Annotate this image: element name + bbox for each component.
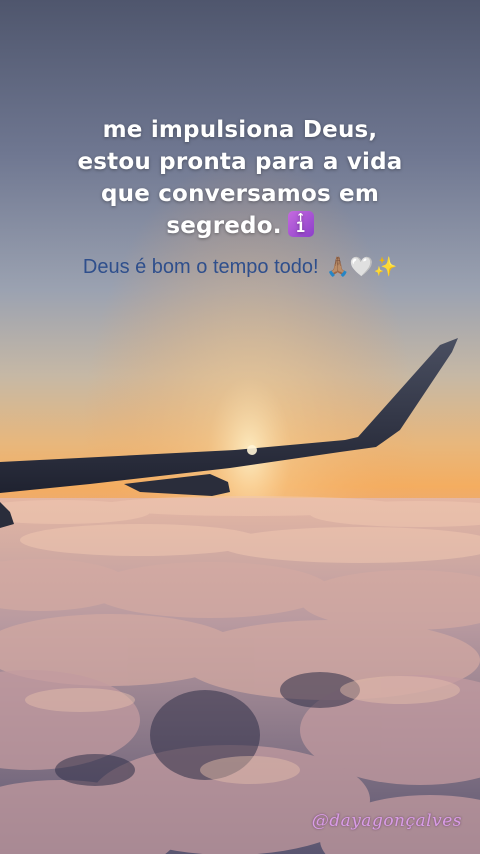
- up-arrow-number-1-icon: ↑ 1: [287, 211, 314, 237]
- caption-line-4-wrap: segredo. ↑ 1: [20, 210, 460, 242]
- caption-line-3: que conversamos em: [100, 181, 380, 207]
- subtitle: Deus é bom o tempo todo! 🙏🏽🤍✨: [20, 254, 460, 281]
- cloud-sea: [0, 496, 480, 854]
- caption-line-1: me impulsiona Deus,: [102, 117, 378, 143]
- caption-text: me impulsiona Deus, estou pronta para a …: [20, 114, 460, 242]
- caption-line-2: estou pronta para a vida: [77, 149, 403, 175]
- author-watermark: @dayagonçalves: [311, 811, 462, 831]
- caption-line-4: segredo.: [166, 213, 282, 239]
- prayer-heart-sparkles-icon: 🙏🏽🤍✨: [326, 257, 398, 278]
- subtitle-text: Deus é bom o tempo todo!: [82, 256, 319, 278]
- story-frame: me impulsiona Deus, estou pronta para a …: [0, 0, 480, 854]
